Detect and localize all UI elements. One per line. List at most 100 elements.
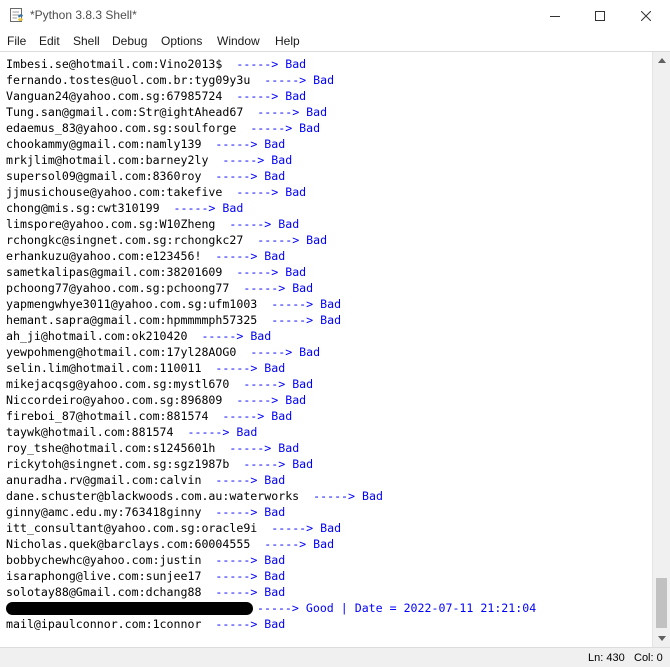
shell-output-line: jjmusichouse@yahoo.com:takefive -----> B… bbox=[6, 184, 306, 200]
menu-window[interactable]: Window bbox=[217, 34, 260, 48]
result-text: -----> Bad bbox=[215, 169, 286, 183]
result-text: -----> Bad bbox=[250, 121, 321, 135]
credential-text: yewpohmeng@hotmail.com:17yl28AOG0 bbox=[6, 345, 237, 359]
shell-output-line: yapmengwhye3011@yahoo.com.sg:ufm1003 ---… bbox=[6, 296, 341, 312]
result-text: -----> Bad bbox=[215, 361, 286, 375]
vertical-scrollbar[interactable] bbox=[652, 52, 670, 647]
result-text: -----> Bad bbox=[215, 553, 286, 567]
menu-debug[interactable]: Debug bbox=[112, 34, 147, 48]
credential-text: erhankuzu@yahoo.com:e123456! bbox=[6, 249, 202, 263]
credential-text: mikejacqsg@yahoo.com.sg:mystl670 bbox=[6, 377, 230, 391]
shell-output-line: Imbesi.se@hotmail.com:Vino2013$ -----> B… bbox=[6, 56, 306, 72]
result-text: -----> Bad bbox=[215, 617, 286, 631]
result-text: -----> Bad bbox=[236, 57, 307, 71]
credential-text: chookammy@gmail.com:namly139 bbox=[6, 137, 202, 151]
redaction-bar bbox=[6, 602, 253, 615]
status-line-number: Ln: 430 bbox=[588, 652, 625, 664]
python-idle-icon bbox=[10, 8, 23, 22]
close-button[interactable] bbox=[623, 0, 669, 31]
shell-output-line: fireboi_87@hotmail.com:881574 -----> Bad bbox=[6, 408, 292, 424]
result-text: -----> Bad bbox=[215, 137, 286, 151]
scroll-down-button[interactable] bbox=[653, 630, 670, 647]
menu-shell[interactable]: Shell bbox=[73, 34, 100, 48]
credential-text: Vanguan24@yahoo.com.sg:67985724 bbox=[6, 89, 223, 103]
menu-bar: File Edit Shell Debug Options Window Hel… bbox=[0, 31, 670, 51]
result-text: -----> Bad bbox=[222, 153, 293, 167]
credential-text: dane.schuster@blackwoods.com.au:waterwor… bbox=[6, 489, 300, 503]
shell-output-line: chong@mis.sg:cwt310199 -----> Bad bbox=[6, 200, 243, 216]
shell-output-line: bobbychewhc@yahoo.com:justin -----> Bad bbox=[6, 552, 285, 568]
result-text: -----> Bad bbox=[215, 569, 286, 583]
menu-edit[interactable]: Edit bbox=[39, 34, 60, 48]
credential-text: yapmengwhye3011@yahoo.com.sg:ufm1003 bbox=[6, 297, 258, 311]
result-text: -----> Bad bbox=[236, 89, 307, 103]
window-title: *Python 3.8.3 Shell* bbox=[30, 8, 137, 22]
result-text: -----> Bad bbox=[236, 393, 307, 407]
result-text: -----> Bad bbox=[215, 249, 286, 263]
shell-output-line: anuradha.rv@gmail.com:calvin -----> Bad bbox=[6, 472, 285, 488]
credential-text: fireboi_87@hotmail.com:881574 bbox=[6, 409, 209, 423]
shell-output-line: mail@ipaulconnor.com:1connor -----> Bad bbox=[6, 616, 285, 632]
credential-text: hemant.sapra@gmail.com:hpmmmmph57325 bbox=[6, 313, 258, 327]
shell-output-line: erhankuzu@yahoo.com:e123456! -----> Bad bbox=[6, 248, 285, 264]
scrollbar-thumb[interactable] bbox=[656, 578, 667, 628]
result-text: -----> Bad bbox=[257, 105, 328, 119]
shell-output-line: yewpohmeng@hotmail.com:17yl28AOG0 ----->… bbox=[6, 344, 320, 360]
credential-text: limspore@yahoo.com.sg:W10Zheng bbox=[6, 217, 216, 231]
minimize-icon bbox=[550, 15, 560, 17]
chevron-down-icon bbox=[657, 636, 666, 641]
shell-output-line: dane.schuster@blackwoods.com.au:waterwor… bbox=[6, 488, 383, 504]
result-text: -----> Bad bbox=[236, 265, 307, 279]
credential-text: supersol09@gmail.com:8360roy bbox=[6, 169, 202, 183]
shell-output-line: ginny@amc.edu.my:763418ginny -----> Bad bbox=[6, 504, 285, 520]
credential-text: edaemus_83@yahoo.com.sg:soulforge bbox=[6, 121, 237, 135]
shell-output-line: limspore@yahoo.com.sg:W10Zheng -----> Ba… bbox=[6, 216, 299, 232]
shell-output-line: rickytoh@singnet.com.sg:sgz1987b -----> … bbox=[6, 456, 313, 472]
credential-text: roy_tshe@hotmail.com:s1245601h bbox=[6, 441, 216, 455]
shell-output-line: edaemus_83@yahoo.com.sg:soulforge ----->… bbox=[6, 120, 320, 136]
shell-output-line: Nicholas.quek@barclays.com:60004555 ----… bbox=[6, 536, 334, 552]
scroll-up-button[interactable] bbox=[653, 52, 670, 69]
shell-output-line: selin.lim@hotmail.com:110011 -----> Bad bbox=[6, 360, 285, 376]
credential-text: pchoong77@yahoo.com.sg:pchoong77 bbox=[6, 281, 230, 295]
shell-output-line: solotay88@Gmail.com:dchang88 -----> Bad bbox=[6, 584, 285, 600]
result-text: -----> Bad bbox=[243, 281, 314, 295]
credential-text: jjmusichouse@yahoo.com:takefive bbox=[6, 185, 223, 199]
shell-output-line: -----> Good | Date = 2022-07-11 21:21:04 bbox=[6, 600, 536, 616]
credential-text: Tung.san@gmail.com:Str@ightAhead67 bbox=[6, 105, 244, 119]
shell-output-line: mikejacqsg@yahoo.com.sg:mystl670 -----> … bbox=[6, 376, 313, 392]
menu-options[interactable]: Options bbox=[161, 34, 202, 48]
shell-output-area[interactable]: Imbesi.se@hotmail.com:Vino2013$ -----> B… bbox=[0, 52, 652, 647]
result-text: -----> Bad bbox=[222, 409, 293, 423]
menu-file[interactable]: File bbox=[7, 34, 26, 48]
shell-output-line: ah_ji@hotmail.com:ok210420 -----> Bad bbox=[6, 328, 271, 344]
credential-text: sametkalipas@gmail.com:38201609 bbox=[6, 265, 223, 279]
result-text: -----> Bad bbox=[243, 457, 314, 471]
result-text: -----> Bad bbox=[271, 521, 342, 535]
result-text: -----> Bad bbox=[271, 313, 342, 327]
credential-text: bobbychewhc@yahoo.com:justin bbox=[6, 553, 202, 567]
shell-output-line: pchoong77@yahoo.com.sg:pchoong77 -----> … bbox=[6, 280, 313, 296]
shell-output-line: Vanguan24@yahoo.com.sg:67985724 -----> B… bbox=[6, 88, 306, 104]
credential-text: ginny@amc.edu.my:763418ginny bbox=[6, 505, 202, 519]
title-bar: *Python 3.8.3 Shell* bbox=[0, 0, 670, 31]
credential-text: rickytoh@singnet.com.sg:sgz1987b bbox=[6, 457, 230, 471]
result-text: -----> Bad bbox=[257, 233, 328, 247]
minimize-button[interactable] bbox=[532, 0, 578, 31]
shell-output-line: mrkjlim@hotmail.com:barney2ly -----> Bad bbox=[6, 152, 292, 168]
close-icon bbox=[641, 10, 651, 21]
status-bar: Ln: 430 Col: 0 bbox=[0, 647, 670, 667]
maximize-button[interactable] bbox=[577, 0, 623, 31]
result-text: -----> Bad bbox=[250, 345, 321, 359]
shell-output-line: Tung.san@gmail.com:Str@ightAhead67 -----… bbox=[6, 104, 327, 120]
credential-text: anuradha.rv@gmail.com:calvin bbox=[6, 473, 202, 487]
menu-help[interactable]: Help bbox=[275, 34, 300, 48]
result-text: -----> Bad bbox=[264, 537, 335, 551]
chevron-up-icon bbox=[657, 58, 666, 63]
result-text: -----> Bad bbox=[313, 489, 383, 503]
credential-text: selin.lim@hotmail.com:110011 bbox=[6, 361, 202, 375]
result-text: -----> Bad bbox=[264, 73, 335, 87]
shell-output-line: sametkalipas@gmail.com:38201609 -----> B… bbox=[6, 264, 306, 280]
shell-output-line: chookammy@gmail.com:namly139 -----> Bad bbox=[6, 136, 285, 152]
result-text: -----> Bad bbox=[229, 217, 300, 231]
